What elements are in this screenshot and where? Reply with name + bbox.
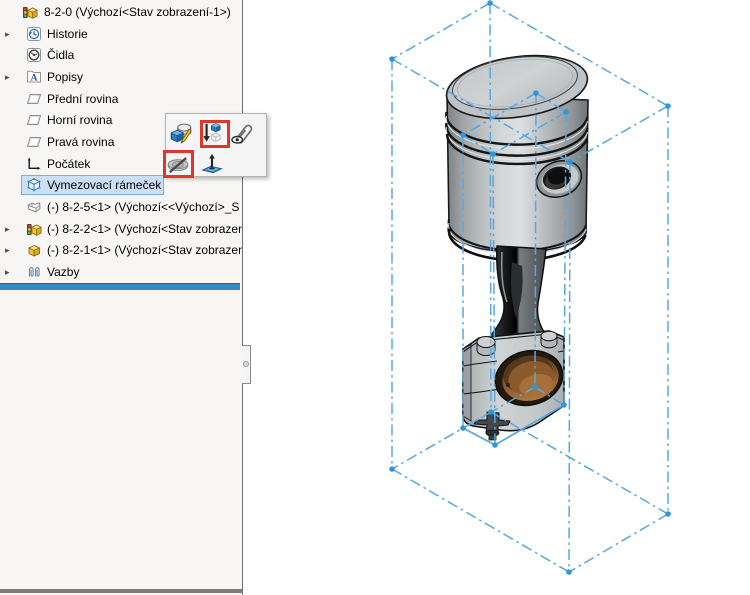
- assembly-icon: [26, 221, 42, 237]
- sensors-icon: [26, 47, 42, 63]
- rollback-bar[interactable]: [0, 283, 240, 290]
- part-gray-icon: [26, 199, 42, 215]
- tree-item-label: Vazby: [47, 264, 80, 279]
- tree-item-label: Počátek: [47, 156, 91, 171]
- hide-button[interactable]: [164, 150, 192, 178]
- annotations-icon: A: [26, 69, 42, 85]
- tree-item-label: Čidla: [47, 48, 75, 63]
- plane-icon: [26, 91, 42, 107]
- tree-item-label: (-) 8-2-2<1> (Výchozí<Stav zobrazen: [47, 221, 243, 236]
- expand-arrow-icon[interactable]: ▸: [5, 265, 15, 279]
- mates-icon: [26, 264, 42, 280]
- tree-item-label: Popisy: [47, 69, 84, 84]
- tree-item-annotations[interactable]: ▸ A Popisy: [0, 67, 242, 88]
- edit-feature-icon: [170, 123, 192, 144]
- tree-item-mates[interactable]: ▸ Vazby: [0, 262, 242, 283]
- expand-arrow-icon[interactable]: ▸: [5, 243, 15, 257]
- context-toolbar: [163, 113, 267, 178]
- tree-item-component-8-2-5[interactable]: (-) 8-2-5<1> (Výchozí<<Výchozí>_S: [0, 197, 242, 218]
- edit-feature-button[interactable]: [167, 119, 195, 147]
- tree-item-label: Horní rovina: [47, 113, 113, 128]
- tree-item-label: (-) 8-2-5<1> (Výchozí<<Výchozí>_S: [47, 199, 240, 214]
- tree-item-component-8-2-1[interactable]: ▸ (-) 8-2-1<1> (Výchozí<Stav zobrazen: [0, 240, 242, 261]
- view-mates-icon: [231, 124, 253, 144]
- tree-item-label: 8-2-0 (Výchozí<Stav zobrazení-1>): [44, 5, 231, 19]
- view-mates-button[interactable]: [227, 120, 255, 148]
- normal-to-plane-button[interactable]: [198, 150, 226, 178]
- svg-text:A: A: [31, 74, 38, 84]
- tree-item-sensors[interactable]: Čidla: [0, 45, 242, 66]
- origin-icon: [26, 156, 42, 172]
- plane-icon: [26, 112, 42, 128]
- tree-item-history[interactable]: ▸ Historie: [0, 24, 242, 45]
- tree-item-label: Přední rovina: [47, 91, 119, 106]
- tree-item-label: Historie: [47, 26, 88, 41]
- move-down-cube-icon: [203, 123, 221, 142]
- assembly-icon: [22, 4, 38, 20]
- panel-bottom-bar: [0, 589, 242, 593]
- expand-arrow-icon[interactable]: ▸: [5, 27, 15, 41]
- tree-item-component-8-2-2[interactable]: ▸ (-) 8-2-2<1> (Výchozí<Stav zobrazen: [0, 219, 242, 240]
- normal-plane-icon: [201, 153, 223, 174]
- move-down-cube-button[interactable]: [198, 119, 226, 147]
- tree-item-assembly-root[interactable]: 8-2-0 (Výchozí<Stav zobrazení-1>): [0, 2, 242, 23]
- panel-splitter-handle[interactable]: [242, 345, 251, 384]
- splitter-grip-icon: [243, 361, 249, 367]
- bounding-box-icon: [26, 177, 42, 193]
- tree-item-label: Vymezovací rámeček: [47, 178, 162, 193]
- tree-item-bounding-box[interactable]: Vymezovací rámeček: [0, 175, 242, 196]
- tree-item-front-plane[interactable]: Přední rovina: [0, 89, 242, 110]
- expand-arrow-icon[interactable]: ▸: [5, 222, 15, 236]
- feature-manager-tree-panel: 8-2-0 (Výchozí<Stav zobrazení-1>) ▸ Histor…: [0, 0, 243, 595]
- part-yellow-icon: [26, 242, 42, 258]
- plane-icon: [26, 134, 42, 150]
- tree-item-label: (-) 8-2-1<1> (Výchozí<Stav zobrazen: [47, 243, 243, 258]
- hide-icon: [167, 157, 189, 174]
- tree-item-label: Pravá rovina: [47, 134, 115, 149]
- history-icon: [26, 26, 42, 42]
- expand-arrow-icon[interactable]: ▸: [5, 70, 15, 84]
